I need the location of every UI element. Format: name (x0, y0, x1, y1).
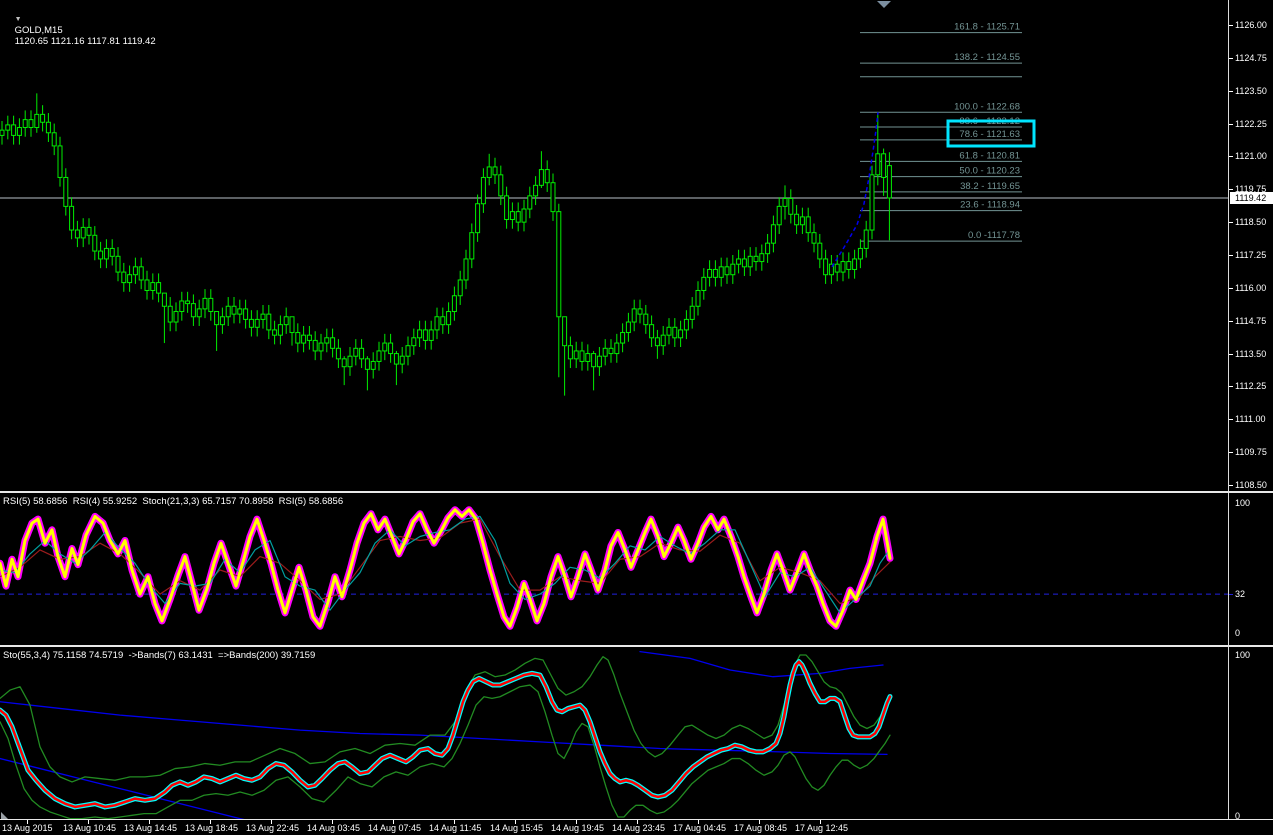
time-axis-label: 14 Aug 07:45 (368, 823, 422, 833)
fib-level-label: 61.8 - 1120.81 (959, 150, 1020, 161)
price-axis-label: 1121.00 (1235, 151, 1267, 162)
rsi-pane-label: RSI(5) 58.6856 RSI(4) 55.9252 Stoch(21,3… (3, 496, 344, 507)
bands200-mid-line (0, 701, 888, 756)
price-axis-label: 1126.00 (1235, 20, 1267, 30)
price-axis-tick (1229, 419, 1233, 421)
price-axis-tick (1229, 484, 1233, 486)
time-axis-divider (0, 819, 1273, 820)
time-axis-tick (210, 820, 211, 824)
time-axis-label: 13 Aug 2015 (2, 823, 53, 833)
main-chart-canvas[interactable]: 161.8 - 1125.71 138.2 - 1124.55 100.0 - 11… (0, 0, 1228, 491)
time-axis-tick (820, 820, 821, 824)
symbol-dropdown-icon[interactable]: ▼ (15, 16, 22, 23)
time-axis-tick (759, 820, 760, 824)
time-axis-label: 13 Aug 14:45 (124, 823, 178, 833)
price-axis-tick (1229, 57, 1233, 59)
time-axis-label: 17 Aug 08:45 (734, 823, 788, 833)
time-axis-tick (27, 820, 28, 824)
time-axis-label: 13 Aug 10:45 (63, 823, 117, 833)
chart-shift-marker[interactable] (877, 1, 891, 8)
time-axis-label: 14 Aug 23:45 (612, 823, 666, 833)
time-axis-label: 13 Aug 18:45 (185, 823, 239, 833)
fib-level-label: 161.8 - 1125.71 (954, 22, 1020, 33)
time-axis-label: 14 Aug 15:45 (490, 823, 544, 833)
time-axis-label: 14 Aug 11:45 (429, 823, 482, 833)
price-axis-label: 1116.00 (1235, 282, 1267, 293)
level-32-axis-tick (1229, 594, 1233, 596)
price-axis-label: 1108.50 (1235, 479, 1267, 490)
rsi-indicator-pane[interactable] (0, 493, 1228, 645)
time-axis-label: 14 Aug 19:45 (551, 823, 605, 833)
price-axis-label: 1124.75 (1235, 52, 1267, 63)
price-axis-label: 1122.25 (1235, 118, 1267, 129)
price-axis[interactable]: 1119.42 1126.00 1124.75 1123.50 1122.25 1121… (1228, 0, 1273, 821)
chart-window: 161.8 - 1125.71 138.2 - 1124.55 100.0 - 11… (0, 0, 1273, 835)
time-axis-label: 14 Aug 03:45 (307, 823, 361, 833)
stochastic-bands-pane[interactable] (0, 647, 1228, 819)
time-axis-tick (576, 820, 577, 824)
time-axis-label: 13 Aug 22:45 (246, 823, 300, 833)
fib-level-label: 38.2 - 1119.65 (960, 181, 1020, 192)
price-axis-tick (1229, 254, 1233, 256)
ohlc-readout: 1120.65 1121.16 1117.81 1119.42 (14, 36, 156, 47)
fib-level-label: 100.0 - 1122.68 (954, 101, 1020, 112)
symbol-period-label: GOLD,M15 (14, 25, 63, 36)
time-axis[interactable]: 13 Aug 2015 13 Aug 10:45 13 Aug 14:45 13 Au… (0, 820, 1273, 835)
indicator1-axis-label: 100 (1235, 498, 1251, 508)
bands200-upper-line (639, 651, 884, 678)
price-axis-tick (1229, 189, 1233, 191)
time-axis-label: 17 Aug 04:45 (673, 823, 727, 833)
fib-level-label: 138.2 - 1124.55 (954, 52, 1020, 63)
time-axis-tick (393, 820, 394, 824)
price-axis-tick (1229, 386, 1233, 388)
pane-resize-grip[interactable] (1, 812, 10, 819)
fib-level-label: 0.0 -1117.78 (968, 230, 1020, 241)
price-axis-tick (1229, 222, 1233, 224)
stochastic-pane-label: Sto(55,3,4) 75.1158 74.5719 ->Bands(7) 6… (3, 650, 316, 661)
indicator2-axis-label: 100 (1235, 650, 1251, 660)
time-axis-tick (698, 820, 699, 824)
price-axis-label: 1119.75 (1235, 184, 1267, 195)
price-axis-tick (1229, 90, 1233, 92)
time-axis-tick (637, 820, 638, 824)
price-axis-label: 1118.50 (1235, 217, 1267, 228)
price-axis-label: 1109.75 (1235, 447, 1267, 458)
price-axis-label: 1114.75 (1235, 315, 1267, 326)
price-axis-tick (1229, 287, 1233, 289)
time-axis-tick (271, 820, 272, 824)
indicator1-axis-label: 32 (1235, 589, 1246, 600)
price-axis-tick (1229, 25, 1233, 26)
fib-level-label: 23.6 - 1118.94 (960, 200, 1020, 211)
indicator1-axis-label: 0 (1235, 628, 1241, 638)
fib-level-label: 50.0 - 1120.23 (959, 166, 1020, 177)
time-axis-tick (149, 820, 150, 824)
price-axis-label: 1117.25 (1235, 249, 1267, 260)
chart-title: ▼ GOLD,M15 1120.65 1121.16 1117.81 1119.… (4, 3, 156, 58)
price-axis-tick (1229, 123, 1233, 125)
price-axis-label: 1111.00 (1235, 414, 1266, 425)
candlestick-series (0, 93, 892, 396)
time-axis-tick (88, 820, 89, 824)
time-axis-label: 17 Aug 12:45 (795, 823, 849, 833)
pane-divider[interactable] (0, 645, 1273, 647)
fibonacci-retracement: 161.8 - 1125.71 138.2 - 1124.55 100.0 - 11… (860, 22, 1022, 242)
price-axis-tick (1229, 452, 1233, 454)
fib-level-label: 78.6 - 1121.63 (959, 129, 1020, 140)
price-axis-label: 1112.25 (1235, 381, 1267, 392)
price-axis-tick (1229, 320, 1233, 322)
time-axis-tick (332, 820, 333, 824)
price-axis-label: 1113.50 (1235, 348, 1267, 359)
price-axis-label: 1123.50 (1235, 85, 1267, 96)
price-axis-tick (1229, 156, 1233, 158)
pane-divider[interactable] (0, 491, 1273, 493)
time-axis-tick (515, 820, 516, 824)
price-axis-tick (1229, 353, 1233, 355)
time-axis-tick (454, 820, 455, 824)
